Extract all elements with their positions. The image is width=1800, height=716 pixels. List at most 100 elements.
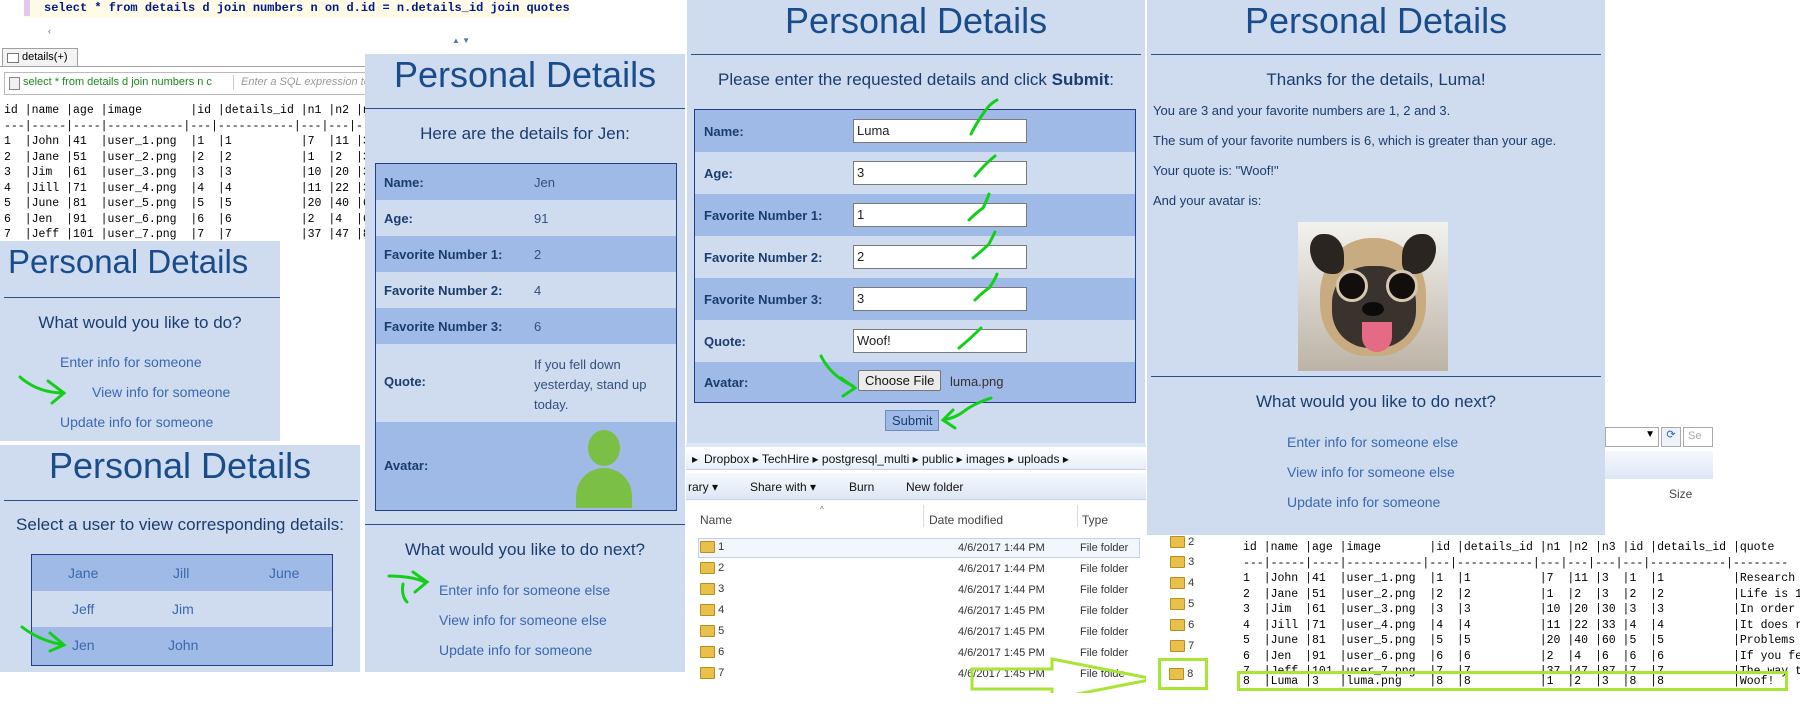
- folder-row[interactable]: 5: [1170, 598, 1194, 611]
- column-divider: [923, 505, 924, 527]
- sql-row: 6 |Jen |91 |user_6.png |6 |6 |2 |4 |6 |6…: [1243, 649, 1800, 663]
- toolbar-library[interactable]: rary ▾: [688, 480, 718, 494]
- sort-indicator-icon: ^: [820, 505, 824, 514]
- column-header-type[interactable]: Type: [1082, 513, 1108, 527]
- breadcrumb-item[interactable]: public: [922, 452, 953, 466]
- title-divider: [4, 297, 280, 298]
- view-info-link[interactable]: View info for someone: [92, 384, 230, 400]
- update-info-link[interactable]: Update info for someone: [60, 414, 213, 430]
- sql-row: 5 |June |81 |user_5.png |5 |5 |20 |40 |6: [4, 197, 370, 210]
- pug-avatar-image: [1298, 222, 1448, 371]
- field-label: Favorite Number 3:: [384, 319, 503, 334]
- user-link-jim[interactable]: Jim: [172, 601, 194, 617]
- column-divider: [1077, 505, 1078, 527]
- folder-row[interactable]: 2: [1170, 536, 1194, 549]
- field-label: Age:: [384, 211, 413, 226]
- breadcrumb-item[interactable]: images: [966, 452, 1005, 466]
- filter-query[interactable]: select * from details d join numbers n c: [23, 76, 228, 88]
- green-arrow-annotation: [940, 396, 993, 430]
- user-link-jen[interactable]: Jen: [72, 637, 95, 653]
- sql-row: 3 |Jim |61 |user_3.png |3 |3 |10 |20 |3: [4, 166, 370, 179]
- column-header-date[interactable]: Date modified: [929, 513, 1003, 527]
- folder-row[interactable]: 3: [1170, 556, 1194, 569]
- folder-row[interactable]: 3: [700, 583, 724, 596]
- title-divider: [691, 54, 1141, 55]
- sql-row: 4 |Jill |71 |user_4.png |4 |4 |11 |22 |3: [4, 181, 370, 195]
- field-label: Favorite Number 1:: [704, 208, 823, 223]
- address-bar: ▸ Dropbox ▸ TechHire ▸ postgresql_multi …: [686, 449, 1146, 470]
- toolbar-share-with[interactable]: Share with ▾: [750, 480, 816, 494]
- user-link-june[interactable]: June: [269, 565, 299, 581]
- new-folder-highlight[interactable]: 8: [1158, 658, 1208, 690]
- breadcrumb-item[interactable]: postgresql_multi: [822, 452, 909, 466]
- folder-row[interactable]: [698, 538, 1140, 558]
- enter-info-else-link[interactable]: Enter info for someone else: [439, 582, 610, 598]
- folder-icon: [700, 604, 715, 617]
- sql-row: 5 |June |81 |user_5.png |5 |5 |20 |40 |6…: [1243, 634, 1796, 647]
- size-toolbar: [1605, 451, 1713, 479]
- field-label: Name:: [384, 175, 424, 190]
- breadcrumb-item[interactable]: uploads: [1017, 452, 1059, 466]
- new-row-highlight: 8 |Luma |3 |luma.png |8 |8 |1 |2 |3 |8 |…: [1237, 671, 1788, 691]
- user-link-jill[interactable]: Jill: [173, 565, 189, 581]
- breadcrumb-item[interactable]: TechHire: [762, 452, 809, 466]
- editor-gutter-marker: [24, 0, 30, 16]
- enter-info-else-link[interactable]: Enter info for someone else: [1287, 434, 1458, 450]
- quote-input[interactable]: Woof!: [853, 329, 1027, 353]
- chosen-file-name: luma.png: [950, 374, 1004, 389]
- folder-row[interactable]: 7: [1170, 640, 1194, 653]
- update-info-link[interactable]: Update info for someone: [1287, 494, 1440, 510]
- folder-row[interactable]: 4: [1170, 577, 1194, 590]
- folder-row[interactable]: 1: [700, 541, 724, 554]
- folder-row[interactable]: 6: [1170, 619, 1194, 632]
- field-label: Name:: [704, 124, 744, 139]
- folder-icon: [700, 646, 715, 659]
- field-value: 6: [534, 319, 542, 334]
- breadcrumb-item[interactable]: Dropbox: [704, 452, 749, 466]
- folder-icon: [1170, 577, 1185, 590]
- field-label: Favorite Number 1:: [384, 247, 503, 262]
- result-line: You are 3 and your favorite numbers are …: [1153, 103, 1451, 118]
- title-divider: [1151, 54, 1601, 55]
- toolbar-burn[interactable]: Burn: [849, 480, 874, 494]
- enter-info-link[interactable]: Enter info for someone: [60, 354, 202, 370]
- section-divider: [1151, 376, 1601, 377]
- update-info-link[interactable]: Update info for someone: [439, 642, 592, 658]
- folder-row[interactable]: 5: [700, 625, 724, 638]
- explorer-top-border: [686, 443, 1146, 447]
- filter-placeholder[interactable]: Enter a SQL expression to: [241, 76, 370, 88]
- explorer-side-strip: ▼ ⟳ Se Size: [1605, 425, 1713, 505]
- choose-file-button[interactable]: Choose File: [858, 370, 942, 391]
- folder-icon: [1170, 640, 1185, 653]
- folder-row[interactable]: 6: [700, 646, 724, 659]
- folder-row[interactable]: 7: [700, 667, 724, 680]
- green-check-annotation: [957, 326, 983, 350]
- sql-row: 1 |John |41 |user_1.png |1 |1 |7 |11 |3: [4, 135, 370, 148]
- view-dropdown[interactable]: ▼: [1605, 427, 1659, 447]
- column-header-size[interactable]: Size: [1669, 487, 1692, 501]
- view-info-else-link[interactable]: View info for someone else: [439, 612, 607, 628]
- refresh-icon[interactable]: ⟳: [1661, 427, 1681, 447]
- sql-row-luma: 8 |Luma |3 |luma.png |8 |8 |1 |2 |3 |8 |…: [1243, 675, 1775, 688]
- column-header-name[interactable]: Name: [700, 513, 732, 527]
- results-tab[interactable]: details(+): [2, 48, 78, 66]
- sql-query-text[interactable]: select * from details d join numbers n o…: [44, 1, 570, 15]
- result-panel: Personal Details Thanks for the details,…: [1147, 0, 1605, 535]
- folder-icon: [700, 541, 715, 554]
- search-box[interactable]: Se: [1683, 427, 1713, 447]
- user-link-jane[interactable]: Jane: [68, 565, 98, 581]
- user-link-john[interactable]: John: [168, 637, 198, 653]
- scroll-left-arrow[interactable]: ‹: [48, 26, 51, 36]
- user-link-jeff[interactable]: Jeff: [72, 601, 94, 617]
- explorer-toolbar: rary ▾ Share with ▾ Burn New folder: [686, 473, 1146, 500]
- green-check-annotation: [969, 98, 999, 136]
- toolbar-new-folder[interactable]: New folder: [906, 480, 963, 494]
- folder-row[interactable]: 2: [700, 562, 724, 575]
- view-info-else-link[interactable]: View info for someone else: [1287, 464, 1455, 480]
- folder-row[interactable]: 4: [700, 604, 724, 617]
- submit-button[interactable]: Submit: [885, 410, 940, 431]
- view-panel: Personal Details Here are the details fo…: [365, 54, 685, 672]
- sql-row: 6 |Jen |91 |user_6.png |6 |6 |2 |4 |6: [4, 212, 370, 226]
- splitter-arrows[interactable]: ▲ ▼: [452, 36, 470, 45]
- next-title: What would you like to do next?: [404, 540, 646, 559]
